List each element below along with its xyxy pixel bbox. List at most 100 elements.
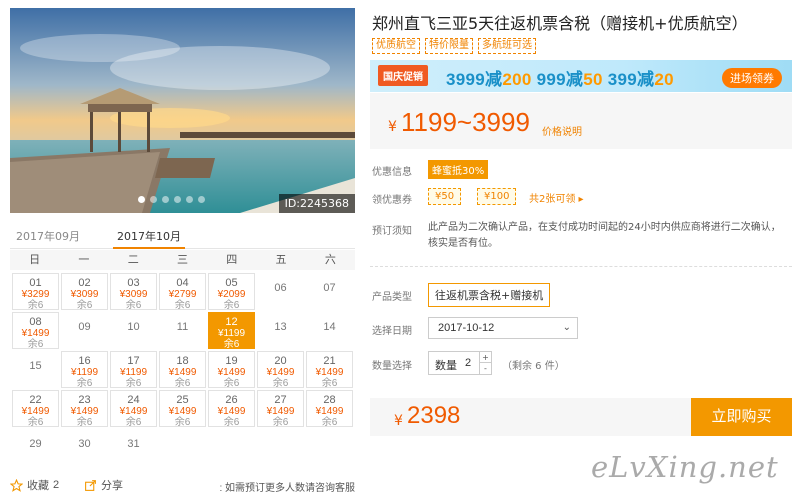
calendar-day: 13: [257, 312, 304, 349]
day-number: 29: [29, 438, 42, 450]
carousel-dot[interactable]: [198, 196, 205, 203]
date-select[interactable]: 2017-10-12 ⌄: [428, 317, 578, 339]
buy-now-button[interactable]: 立即购买: [691, 398, 792, 436]
notice-text: 此产品为二次确认产品，在支付成功时间起的24小时内供应商将进行二次确认，核实是否…: [428, 222, 781, 249]
day-number: 25: [176, 394, 189, 406]
calendar-day[interactable]: 25 ¥1499 余6: [159, 390, 206, 428]
weekday-header: 日一二三四五六: [10, 250, 355, 270]
get-coupon-button[interactable]: 进场领券: [722, 68, 782, 88]
carousel-dots[interactable]: [138, 196, 205, 203]
calendar-day[interactable]: 16 ¥1199 余6: [61, 351, 108, 389]
share-label: 分享: [101, 480, 123, 492]
day-number: 14: [323, 321, 336, 333]
calendar-day: 29: [12, 429, 59, 466]
price-explain-link[interactable]: 价格说明: [542, 123, 582, 138]
price-box: ¥ 1199~3999 价格说明: [370, 93, 792, 149]
product-type-option[interactable]: 往返机票含税+赠接机: [428, 283, 551, 307]
day-number: 23: [78, 394, 91, 406]
day-stock: 余6: [27, 300, 44, 311]
calendar-day[interactable]: 27 ¥1499 余6: [257, 390, 304, 428]
day-stock: 余6: [76, 417, 93, 428]
qty-label: 数量选择: [372, 361, 412, 372]
day-number: 30: [78, 438, 91, 450]
day-number: 15: [29, 360, 42, 372]
calendar-day: 07: [306, 273, 353, 310]
day-number: 04: [176, 277, 189, 289]
product-tag: 优质航空: [372, 38, 420, 54]
calendar-day[interactable]: 19 ¥1499 余6: [208, 351, 255, 389]
day-stock: 余6: [125, 300, 142, 311]
calendar-day[interactable]: 18 ¥1499 余6: [159, 351, 206, 389]
calendar-day[interactable]: 08 ¥1499 余6: [12, 312, 59, 350]
month-tabs: 2017年09月 2017年10月: [10, 225, 355, 249]
carousel-dot[interactable]: [186, 196, 193, 203]
calendar-day[interactable]: 23 ¥1499 余6: [61, 390, 108, 428]
remaining-stock: （剩余 6 件）: [502, 361, 565, 372]
date-label: 选择日期: [372, 326, 412, 337]
quantity-stepper[interactable]: 数量 2 + -: [428, 351, 492, 375]
day-price: ¥1199: [217, 328, 246, 339]
day-price: ¥1499: [168, 406, 197, 417]
promo-deal-off: 20: [654, 70, 674, 89]
promo-deals: 3999减200 999减50 399减20: [446, 65, 674, 90]
day-stock: 余6: [174, 300, 191, 311]
day-number: 18: [176, 355, 189, 367]
day-number: 17: [127, 355, 140, 367]
carousel-dot[interactable]: [174, 196, 181, 203]
calendar-day[interactable]: 03 ¥3099 余6: [110, 273, 157, 311]
day-number: 01: [29, 277, 42, 289]
calendar-day[interactable]: 22 ¥1499 余6: [12, 390, 59, 428]
day-price: ¥1499: [21, 406, 50, 417]
calendar-day[interactable]: 28 ¥1499 余6: [306, 390, 353, 428]
calendar-day[interactable]: 05 ¥2099 余6: [208, 273, 255, 311]
carousel-dot[interactable]: [162, 196, 169, 203]
section-divider: [370, 266, 792, 267]
promo-banner[interactable]: 国庆促销 3999减200 999减50 399减20 进场领券: [370, 60, 792, 92]
day-price: ¥1499: [315, 367, 344, 378]
day-number: 31: [127, 438, 140, 450]
coupon-100[interactable]: ¥100: [477, 188, 517, 205]
calendar-day: 09: [61, 312, 108, 349]
day-stock: 余6: [27, 417, 44, 428]
weekday-label: 三: [176, 253, 188, 266]
promo-deal-base: 999减: [536, 70, 584, 89]
calendar-day[interactable]: 20 ¥1499 余6: [257, 351, 304, 389]
carousel-dot[interactable]: [138, 196, 145, 203]
weekday-label: 六: [324, 253, 336, 266]
calendar-day[interactable]: 01 ¥3299 余6: [12, 273, 59, 311]
day-number: 20: [274, 355, 287, 367]
day-price: ¥1499: [315, 406, 344, 417]
calendar-grid: 01 ¥3299 余6 02 ¥3099 余6 03 ¥3099 余6 04 ¥2799 余6 05 ¥2…: [12, 273, 354, 466]
photo-id-label: ID:2245368: [278, 194, 355, 213]
carousel-dot[interactable]: [150, 196, 157, 203]
share-button[interactable]: 分享: [84, 477, 123, 493]
favorite-button[interactable]: 收藏 2: [10, 477, 59, 493]
calendar-day: 14: [306, 312, 353, 349]
calendar-day[interactable]: 21 ¥1499 余6: [306, 351, 353, 389]
day-number: 22: [29, 394, 42, 406]
decrement-button[interactable]: -: [480, 363, 491, 374]
increment-button[interactable]: +: [480, 352, 491, 363]
calendar-day[interactable]: 02 ¥3099 余6: [61, 273, 108, 311]
calendar-day[interactable]: 04 ¥2799 余6: [159, 273, 206, 311]
promo-badge: 国庆促销: [378, 65, 428, 86]
calendar-day[interactable]: 26 ¥1499 余6: [208, 390, 255, 428]
day-price: ¥1499: [119, 406, 148, 417]
qty-prefix: 数量: [435, 359, 457, 372]
day-stock: 余6: [321, 417, 338, 428]
tab-month-oct[interactable]: 2017年10月: [113, 228, 185, 249]
calendar-day[interactable]: 12 ¥1199 余6: [208, 312, 255, 350]
consult-link[interactable]: : 如需预订更多人数请咨询客服: [219, 479, 355, 494]
tab-month-sep[interactable]: 2017年09月: [16, 228, 80, 244]
calendar-day[interactable]: 24 ¥1499 余6: [110, 390, 157, 428]
discount-label: 优惠信息: [372, 167, 412, 178]
coupon-50[interactable]: ¥50: [428, 188, 462, 205]
coupon-more-link[interactable]: 共2张可领 ▸: [529, 190, 584, 205]
qty-value: 2: [465, 357, 472, 369]
day-stock: 余6: [125, 417, 142, 428]
star-icon: [10, 478, 23, 492]
day-price: ¥3099: [119, 289, 148, 300]
calendar-day: 31: [110, 429, 157, 466]
product-photo[interactable]: ID:2245368: [10, 8, 355, 213]
calendar-day[interactable]: 17 ¥1199 余6: [110, 351, 157, 389]
